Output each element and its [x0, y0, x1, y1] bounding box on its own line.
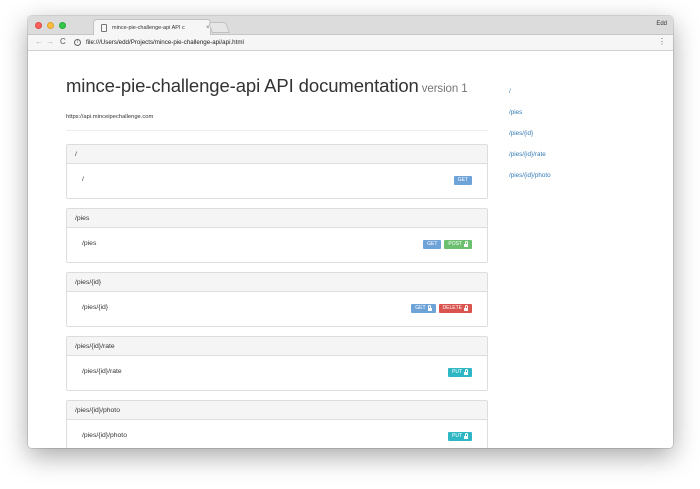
sidebar-link[interactable]: /: [509, 88, 649, 109]
resource-header[interactable]: /pies/{id}: [67, 273, 487, 292]
resource-header[interactable]: /pies/{id}/photo: [67, 401, 487, 420]
close-light[interactable]: [35, 22, 42, 29]
lock-icon: [427, 305, 432, 311]
reload-icon[interactable]: C: [60, 37, 66, 46]
browser-toolbar: ← → C i file:///Users/edd/Projects/mince…: [28, 35, 673, 51]
method-label: POST: [448, 241, 462, 247]
zoom-light[interactable]: [59, 22, 66, 29]
method-badges: GET DELETE: [411, 304, 472, 313]
sidebar-link[interactable]: /pies/{id}/photo: [509, 172, 649, 193]
minimize-light[interactable]: [47, 22, 54, 29]
window-controls: [35, 22, 66, 29]
resource-panel: /pies/{id} /pies/{id} GET DELETE: [66, 272, 488, 327]
endpoint-path[interactable]: /: [82, 176, 84, 183]
resource-body: / GET: [67, 164, 487, 198]
active-tab[interactable]: mince-pie-challenge-api API c ×: [93, 19, 211, 35]
method-delete-button[interactable]: DELETE: [438, 304, 472, 313]
resource-body: /pies/{id}/photo PUT: [67, 420, 487, 448]
resource-panel: /pies/{id}/photo/pies/{id}/photo PUT: [66, 400, 488, 448]
resource-body: /pies GET POST: [67, 228, 487, 262]
sidebar-link[interactable]: /pies: [509, 109, 649, 130]
tab-strip: mince-pie-challenge-api API c × Edd: [28, 16, 673, 35]
sidebar-link[interactable]: /pies/{id}/rate: [509, 151, 649, 172]
method-get-button[interactable]: GET: [453, 176, 472, 185]
method-label: GET: [457, 177, 468, 183]
lock-icon: [464, 241, 468, 247]
profile-name[interactable]: Edd: [656, 21, 667, 27]
resource-panel: /pies/{id}/rate/pies/{id}/rate PUT: [66, 336, 488, 391]
page-title-text: mince-pie-challenge-api API documentatio…: [66, 75, 419, 96]
resource-header[interactable]: /pies/{id}/rate: [67, 337, 487, 356]
method-badges: PUT: [448, 368, 472, 377]
method-get-button[interactable]: GET: [411, 304, 436, 313]
endpoint-path[interactable]: /pies/{id}/rate: [82, 368, 122, 375]
method-post-button[interactable]: POST: [444, 240, 472, 249]
endpoint-path[interactable]: /pies/{id}: [82, 304, 108, 311]
forward-arrow-icon[interactable]: →: [46, 37, 54, 46]
lock-icon: [464, 433, 468, 439]
method-label: PUT: [452, 433, 462, 439]
resource-body: /pies/{id} GET DELETE: [67, 292, 487, 326]
method-badges: GET POST: [423, 240, 472, 249]
new-tab-button[interactable]: [207, 22, 231, 33]
divider: [66, 130, 488, 131]
method-badges: PUT: [448, 432, 472, 441]
browser-window: mince-pie-challenge-api API c × Edd ← → …: [28, 16, 673, 448]
resource-panel: /pies/pies GET POST: [66, 208, 488, 263]
page-title: mince-pie-challenge-api API documentatio…: [66, 75, 468, 97]
resource-panel: / / GET: [66, 144, 488, 199]
address-bar[interactable]: file:///Users/edd/Projects/mince-pie-cha…: [86, 39, 244, 46]
sidebar-link[interactable]: /pies/{id}: [509, 130, 649, 151]
info-icon[interactable]: i: [74, 39, 81, 46]
method-label: PUT: [452, 369, 462, 375]
method-badges: GET: [453, 176, 472, 185]
method-label: GET: [427, 241, 438, 247]
method-put-button[interactable]: PUT: [448, 368, 472, 377]
document-icon: [101, 23, 107, 32]
endpoint-path[interactable]: /pies/{id}/photo: [82, 432, 127, 439]
back-arrow-icon[interactable]: ←: [35, 37, 43, 46]
page-content: mince-pie-challenge-api API documentatio…: [28, 52, 673, 448]
lock-icon: [464, 369, 468, 375]
method-label: GET: [415, 305, 426, 311]
resource-header[interactable]: /: [67, 145, 487, 164]
resource-header[interactable]: /pies: [67, 209, 487, 228]
sidebar-nav: //pies/pies/{id}/pies/{id}/rate/pies/{id…: [509, 88, 649, 193]
lock-icon: [464, 305, 468, 311]
tab-title: mince-pie-challenge-api API c: [112, 24, 185, 31]
endpoint-path[interactable]: /pies: [82, 240, 96, 247]
resource-body: /pies/{id}/rate PUT: [67, 356, 487, 390]
method-get-button[interactable]: GET: [423, 240, 442, 249]
menu-dots-icon[interactable]: ⋮: [658, 37, 666, 46]
base-url: https://api.minceipechallenge.com: [66, 114, 154, 120]
method-label: DELETE: [442, 305, 462, 311]
method-put-button[interactable]: PUT: [448, 432, 472, 441]
version-label: version 1: [421, 83, 468, 95]
